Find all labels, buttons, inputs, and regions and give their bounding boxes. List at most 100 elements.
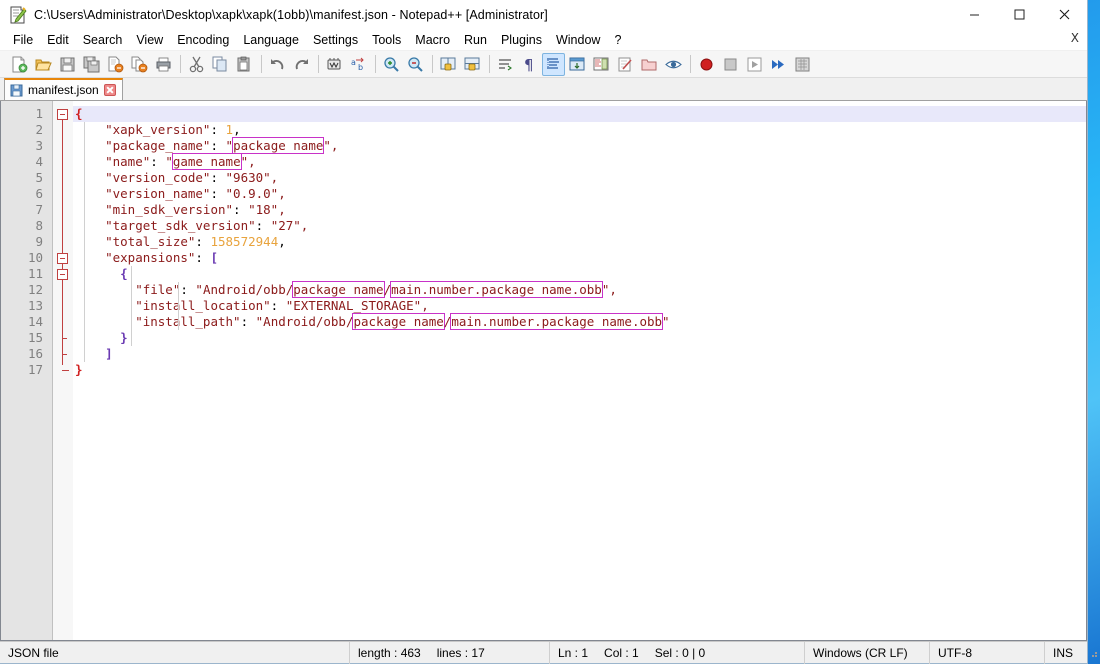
- svg-text:a: a: [351, 58, 356, 67]
- close-document-icon[interactable]: X: [1071, 31, 1079, 45]
- menu-help[interactable]: ?: [607, 31, 628, 49]
- fold-marker[interactable]: [53, 250, 73, 266]
- fold-marker[interactable]: [53, 346, 73, 362]
- close-button[interactable]: [1042, 0, 1087, 29]
- code-line[interactable]: "install_location": "EXTERNAL_STORAGE",: [73, 298, 1086, 314]
- paste-icon[interactable]: [233, 53, 256, 76]
- indent-guide-icon[interactable]: [542, 52, 565, 76]
- menu-run[interactable]: Run: [457, 31, 494, 49]
- close-all-icon[interactable]: [128, 53, 151, 76]
- code-line[interactable]: "name": "game name",: [73, 153, 1086, 170]
- status-eol-format[interactable]: Windows (CR LF): [805, 641, 930, 664]
- code-token: :: [195, 234, 211, 249]
- ui-user-defined-dialog-icon[interactable]: [566, 53, 589, 76]
- record-macro-icon[interactable]: [695, 53, 718, 76]
- code-token: "install_location": [75, 298, 271, 313]
- fold-marker[interactable]: [53, 266, 73, 282]
- code-token: :: [210, 122, 226, 137]
- cut-icon[interactable]: [185, 53, 208, 76]
- menu-search[interactable]: Search: [76, 31, 130, 49]
- run-macro-multiple-icon[interactable]: [767, 53, 790, 76]
- code-line[interactable]: "target_sdk_version": "27",: [73, 218, 1086, 234]
- menu-macro[interactable]: Macro: [408, 31, 457, 49]
- tab-manifest-json[interactable]: manifest.json: [4, 78, 123, 100]
- toolbar-separator: [180, 55, 181, 73]
- code-line[interactable]: {: [73, 106, 1086, 122]
- fold-margin-row: [53, 138, 73, 154]
- copy-icon[interactable]: [209, 53, 232, 76]
- menu-language[interactable]: Language: [236, 31, 306, 49]
- code-token: ",: [240, 154, 256, 169]
- word-wrap-icon[interactable]: [494, 53, 517, 76]
- code-token: "18",: [248, 202, 286, 217]
- fold-marker[interactable]: [53, 106, 73, 122]
- code-line[interactable]: "version_code": "9630",: [73, 170, 1086, 186]
- stop-recording-icon[interactable]: [719, 53, 742, 76]
- notepad-plus-plus-icon: [9, 6, 27, 24]
- code-line[interactable]: "version_name": "0.9.0",: [73, 186, 1086, 202]
- close-tab-icon[interactable]: [103, 84, 116, 96]
- menu-edit[interactable]: Edit: [40, 31, 76, 49]
- print-icon[interactable]: [152, 53, 175, 76]
- menu-plugins[interactable]: Plugins: [494, 31, 549, 49]
- code-token: "target_sdk_version": [75, 218, 256, 233]
- menu-window[interactable]: Window: [549, 31, 607, 49]
- code-line[interactable]: "total_size": 158572944,: [73, 234, 1086, 250]
- close-file-icon[interactable]: [104, 53, 127, 76]
- status-file-type-label: JSON file: [8, 645, 59, 660]
- sync-horizontal-scroll-icon[interactable]: [461, 53, 484, 76]
- function-list-icon[interactable]: [614, 53, 637, 76]
- zoom-in-icon[interactable]: [380, 53, 403, 76]
- save-all-icon[interactable]: [80, 53, 103, 76]
- menu-view[interactable]: View: [129, 31, 170, 49]
- undo-icon[interactable]: [266, 53, 289, 76]
- redo-icon[interactable]: [290, 53, 313, 76]
- fold-collapse-icon[interactable]: [57, 109, 68, 120]
- code-line[interactable]: }: [73, 362, 1086, 378]
- fold-marker[interactable]: [53, 330, 73, 346]
- folder-as-workspace-icon[interactable]: [638, 53, 661, 76]
- code-token: 1: [225, 122, 234, 137]
- status-encoding[interactable]: UTF-8: [930, 641, 1045, 664]
- editor-area[interactable]: 1 2 3 4 5 6 7 8 9 10 11 12 13 14 15 16 17 { "xapk_versio…: [0, 101, 1087, 641]
- code-line[interactable]: "file": "Android/obb/package name/main.n…: [73, 281, 1086, 298]
- replace-icon[interactable]: a b: [347, 53, 370, 76]
- menu-tools[interactable]: Tools: [365, 31, 408, 49]
- code-line[interactable]: ]: [73, 346, 1086, 362]
- menu-encoding[interactable]: Encoding: [170, 31, 236, 49]
- code-line[interactable]: "min_sdk_version": "18",: [73, 202, 1086, 218]
- code-line[interactable]: }: [73, 330, 1086, 346]
- code-line[interactable]: {: [73, 266, 1086, 282]
- find-icon[interactable]: [323, 53, 346, 76]
- code-text[interactable]: { "xapk_version": 1, "package_name": "pa…: [73, 101, 1086, 640]
- fold-margin[interactable]: [53, 101, 73, 640]
- document-map-icon[interactable]: [590, 53, 613, 76]
- sync-vertical-scroll-icon[interactable]: [437, 53, 460, 76]
- new-file-icon[interactable]: [8, 53, 31, 76]
- show-all-characters-icon[interactable]: ¶: [518, 53, 541, 76]
- status-insert-mode[interactable]: INS: [1045, 642, 1087, 664]
- maximize-button[interactable]: [997, 0, 1042, 29]
- menu-settings[interactable]: Settings: [306, 31, 365, 49]
- save-icon[interactable]: [56, 53, 79, 76]
- save-macro-icon[interactable]: [791, 53, 814, 76]
- open-file-icon[interactable]: [32, 53, 55, 76]
- code-line[interactable]: "install_path": "Android/obb/package nam…: [73, 313, 1086, 330]
- toolbar-separator: [261, 55, 262, 73]
- code-line[interactable]: "package_name": "package name",: [73, 137, 1086, 154]
- minimize-button[interactable]: [952, 0, 997, 29]
- zoom-out-icon[interactable]: [404, 53, 427, 76]
- code-line[interactable]: "expansions": [: [73, 250, 1086, 266]
- indent-guide: [84, 122, 85, 362]
- fold-collapse-icon[interactable]: [57, 269, 68, 280]
- fold-collapse-icon[interactable]: [57, 253, 68, 264]
- smart-highlight-match: game name: [171, 153, 242, 170]
- status-insert-mode-label: INS: [1053, 645, 1074, 660]
- play-macro-icon[interactable]: [743, 53, 766, 76]
- monitoring-icon[interactable]: [662, 53, 685, 76]
- code-token: "EXTERNAL_STORAGE",: [285, 298, 429, 313]
- menu-file[interactable]: File: [6, 31, 40, 49]
- code-token: "0.9.0",: [225, 186, 286, 201]
- code-line[interactable]: "xapk_version": 1,: [73, 122, 1086, 138]
- fold-marker[interactable]: [53, 362, 73, 378]
